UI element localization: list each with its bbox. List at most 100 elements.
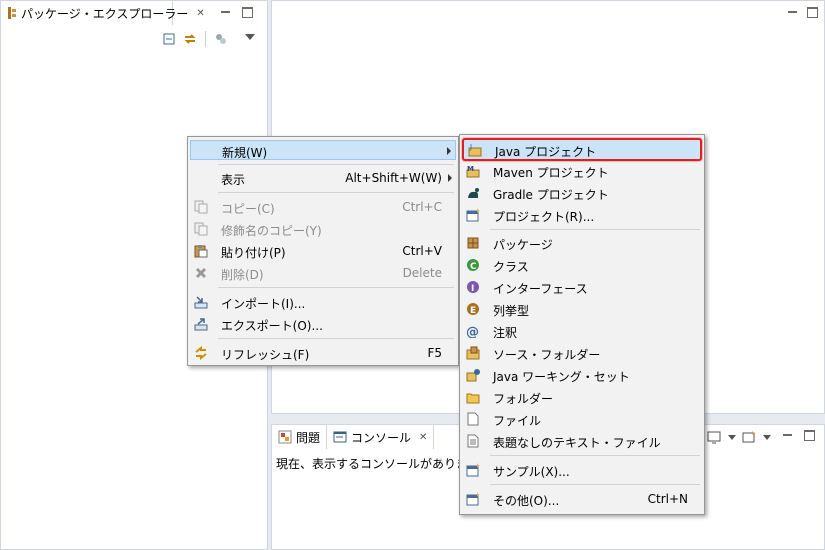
menu-item-label: 削除(D) <box>221 268 264 282</box>
menu-separator <box>218 338 454 339</box>
menu-item-import[interactable]: インポート(I)... <box>190 292 456 312</box>
copy-qualified-name-icon <box>194 222 208 236</box>
toolbar-divider <box>205 31 206 47</box>
menu-item-interface[interactable]: I インターフェース <box>462 277 702 297</box>
menu-item-label: Java プロジェクト <box>495 145 597 159</box>
menu-item-enum[interactable]: E 列挙型 <box>462 299 702 319</box>
maximize-icon[interactable] <box>242 7 253 18</box>
menu-item-copy[interactable]: コピー(C) Ctrl+C <box>190 197 456 217</box>
menu-item-label: Maven プロジェクト <box>493 166 609 180</box>
source-folder-icon <box>466 346 480 360</box>
tab-console[interactable]: コンソール ✕ <box>326 425 435 449</box>
class-icon: C <box>466 258 480 272</box>
menu-item-shortcut: Alt+Shift+W(W) <box>345 171 442 185</box>
menu-item-label: インターフェース <box>493 282 588 296</box>
svg-text:J: J <box>469 143 472 151</box>
open-console-icon[interactable] <box>742 430 756 444</box>
example-icon <box>466 463 480 477</box>
menu-item-export[interactable]: エクスポート(O)... <box>190 314 456 334</box>
submenu-arrow-icon <box>447 147 451 155</box>
view-menu-icon[interactable] <box>245 34 255 40</box>
new-submenu: J Java プロジェクト M Maven プロジェクト Gradle プロジェ… <box>459 134 705 515</box>
export-icon <box>194 317 208 331</box>
menu-separator <box>490 455 700 456</box>
menu-item-class[interactable]: C クラス <box>462 255 702 275</box>
menu-item-label: サンプル(X)... <box>493 465 570 479</box>
other-wizard-icon <box>466 492 480 506</box>
menu-item-shortcut: Ctrl+V <box>402 244 442 258</box>
minimize-icon[interactable] <box>221 7 230 13</box>
menu-item-shortcut: Ctrl+N <box>647 492 688 506</box>
gradle-project-icon <box>466 186 480 200</box>
menu-item-delete[interactable]: 削除(D) Delete <box>190 263 456 283</box>
menu-item-refresh[interactable]: リフレッシュ(F) F5 <box>190 343 456 363</box>
refresh-icon <box>194 345 208 361</box>
maven-project-icon: M <box>466 164 480 178</box>
svg-text:C: C <box>470 262 477 272</box>
menu-item-java-project[interactable]: J Java プロジェクト <box>462 138 702 161</box>
menu-item-package[interactable]: パッケージ <box>462 233 702 253</box>
minimize-icon[interactable] <box>783 430 792 436</box>
console-icon <box>333 430 347 444</box>
problems-icon <box>278 430 292 444</box>
menu-item-maven-project[interactable]: M Maven プロジェクト <box>462 161 702 181</box>
annotation-icon: @ <box>466 324 480 340</box>
import-icon <box>194 295 208 309</box>
menu-item-label: クラス <box>493 260 529 274</box>
tab-problems-label: 問題 <box>296 430 321 445</box>
display-console-icon[interactable] <box>707 430 721 444</box>
menu-item-shortcut: F5 <box>427 346 442 360</box>
menu-item-project[interactable]: プロジェクト(R)... <box>462 205 702 225</box>
maximize-icon[interactable] <box>807 7 818 18</box>
menu-item-label: パッケージ <box>493 238 553 252</box>
menu-item-copy-qualified-name[interactable]: 修飾名のコピー(Y) <box>190 219 456 239</box>
close-icon[interactable]: ✕ <box>419 432 427 443</box>
java-project-icon: J <box>468 143 482 157</box>
menu-separator <box>490 229 700 230</box>
menu-item-label: 列挙型 <box>493 304 530 318</box>
menu-item-label: 修飾名のコピー(Y) <box>221 224 322 238</box>
menu-item-show-in[interactable]: 表示 Alt+Shift+W(W) <box>190 168 456 188</box>
minimize-icon[interactable] <box>788 7 797 13</box>
collapse-all-icon[interactable] <box>162 32 176 46</box>
menu-separator <box>218 164 454 165</box>
menu-item-new[interactable]: 新規(W) <box>190 140 456 160</box>
menu-item-annotation[interactable]: @ 注釈 <box>462 321 702 341</box>
menu-item-file[interactable]: ファイル <box>462 409 702 429</box>
package-explorer-icon <box>7 6 17 20</box>
chevron-down-icon[interactable] <box>763 435 771 440</box>
focus-task-icon[interactable] <box>214 32 228 46</box>
menu-item-label: その他(O)... <box>493 494 560 508</box>
tab-package-explorer[interactable]: パッケージ・エクスプローラー ✕ <box>1 1 205 25</box>
svg-text:E: E <box>470 306 476 316</box>
menu-item-label: ソース・フォルダー <box>493 348 601 362</box>
menu-item-label: Java ワーキング・セット <box>493 370 630 384</box>
chevron-down-icon[interactable] <box>728 435 736 440</box>
untitled-text-file-icon <box>466 434 480 448</box>
menu-item-java-working-set[interactable]: Java ワーキング・セット <box>462 365 702 385</box>
menu-separator <box>490 484 700 485</box>
interface-icon: I <box>466 280 480 294</box>
menu-item-source-folder[interactable]: ソース・フォルダー <box>462 343 702 363</box>
enum-icon: E <box>466 302 480 316</box>
menu-item-label: 表題なしのテキスト・ファイル <box>493 436 661 450</box>
menu-item-other[interactable]: その他(O)... Ctrl+N <box>462 489 702 509</box>
menu-item-untitled-text-file[interactable]: 表題なしのテキスト・ファイル <box>462 431 702 451</box>
tab-problems[interactable]: 問題 <box>272 425 326 449</box>
close-icon[interactable]: ✕ <box>196 8 204 19</box>
menu-item-paste[interactable]: 貼り付け(P) Ctrl+V <box>190 241 456 261</box>
paste-icon <box>194 244 208 258</box>
folder-icon <box>466 390 480 404</box>
maximize-icon[interactable] <box>804 430 815 441</box>
menu-item-gradle-project[interactable]: Gradle プロジェクト <box>462 183 702 203</box>
menu-item-label: プロジェクト(R)... <box>493 210 595 224</box>
menu-separator <box>218 287 454 288</box>
menu-item-label: 新規(W) <box>222 146 268 160</box>
menu-item-label: インポート(I)... <box>221 297 306 311</box>
menu-item-label: ファイル <box>493 414 542 428</box>
tab-console-label: コンソール <box>351 430 412 445</box>
menu-item-folder[interactable]: フォルダー <box>462 387 702 407</box>
menu-item-example[interactable]: サンプル(X)... <box>462 460 702 480</box>
copy-icon <box>194 200 208 214</box>
link-with-editor-icon[interactable] <box>183 32 197 46</box>
